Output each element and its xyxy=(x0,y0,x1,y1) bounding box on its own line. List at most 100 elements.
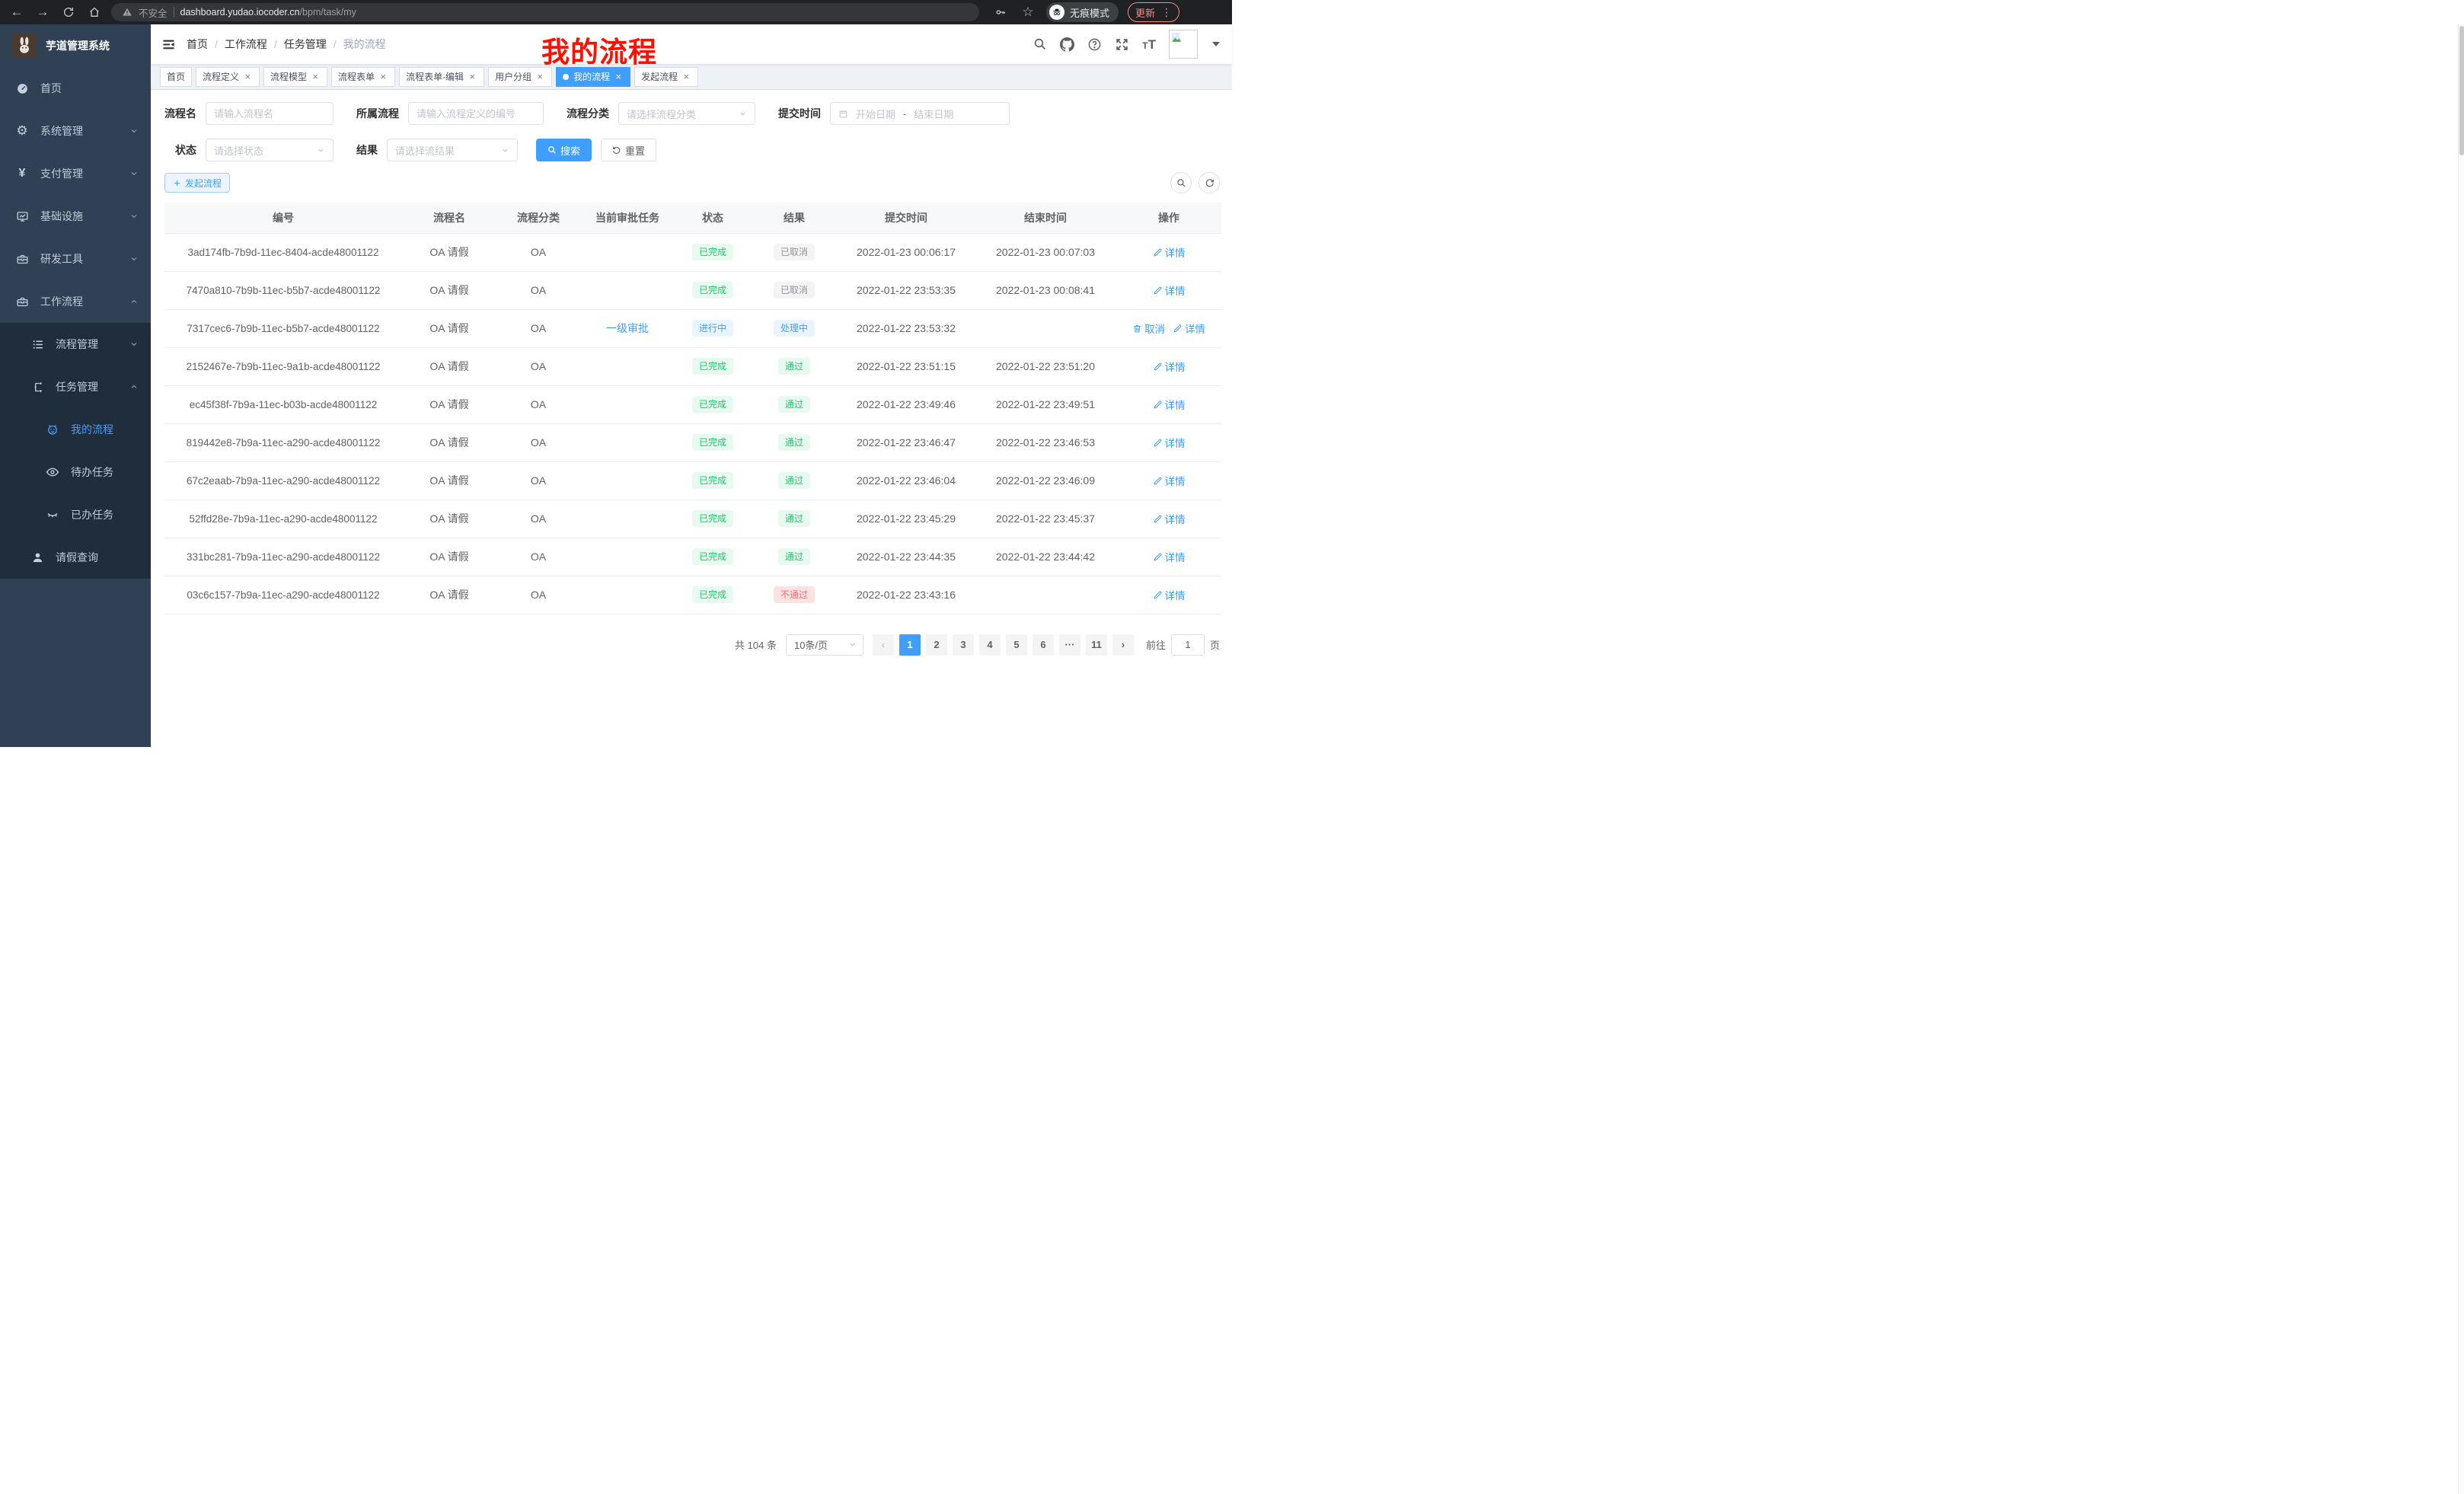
avatar[interactable] xyxy=(1169,30,1198,59)
reset-button[interactable]: 重置 xyxy=(601,139,656,161)
danger-badge: 不通过 xyxy=(774,586,815,603)
sidebar-item-system[interactable]: ⚙ 系统管理 xyxy=(0,110,151,152)
sidebar-item-devtools[interactable]: 研发工具 xyxy=(0,238,151,280)
tab-流程模型[interactable]: 流程模型× xyxy=(263,67,327,87)
browser-menu-icon[interactable]: ⋮ xyxy=(1161,6,1172,19)
scrollbar-thumb[interactable] xyxy=(2459,26,2464,155)
submit-time-range-picker[interactable]: 开始日期 - 结束日期 xyxy=(830,102,1010,125)
help-icon[interactable] xyxy=(1087,37,1102,52)
process-table-body: 3ad174fb-7b9d-11ec-8404-acde48001122OA 请… xyxy=(164,233,1221,614)
task-link[interactable]: 一级审批 xyxy=(606,321,649,336)
breadcrumb-home[interactable]: 首页 xyxy=(187,37,208,52)
back-icon[interactable]: ← xyxy=(8,3,26,21)
detail-link[interactable]: 详情 xyxy=(1153,283,1186,298)
prev-page-button[interactable]: ‹ xyxy=(873,634,894,656)
reload-icon[interactable] xyxy=(59,3,78,21)
tab-close-icon[interactable]: × xyxy=(242,72,253,82)
sidebar-item-workflow[interactable]: 工作流程 xyxy=(0,280,151,323)
cell-actions: 详情 xyxy=(1116,461,1221,500)
sidebar-item-done-tasks[interactable]: 已办任务 xyxy=(0,493,151,536)
sidebar-item-process-mgmt[interactable]: 流程管理 xyxy=(0,323,151,366)
detail-link[interactable]: 详情 xyxy=(1153,587,1186,602)
tab-close-icon[interactable]: × xyxy=(378,72,388,82)
category-select[interactable]: 请选择流程分类 xyxy=(618,102,755,125)
search-icon[interactable] xyxy=(1033,37,1047,51)
sidebar-item-label: 首页 xyxy=(40,81,62,96)
detail-link[interactable]: 详情 xyxy=(1153,511,1186,526)
address-bar[interactable]: 不安全 dashboard.yudao.iocoder.cn/bpm/task/… xyxy=(111,3,979,21)
update-button[interactable]: 更新 ⋮ xyxy=(1128,2,1179,22)
sidebar-item-pay[interactable]: ¥ 支付管理 xyxy=(0,152,151,195)
page-button-2[interactable]: 2 xyxy=(926,634,947,656)
tab-流程定义[interactable]: 流程定义× xyxy=(196,67,260,87)
detail-link[interactable]: 详情 xyxy=(1153,244,1186,260)
chevron-down-icon xyxy=(129,212,139,221)
tab-流程表单-编辑[interactable]: 流程表单-编辑× xyxy=(399,67,484,87)
page-button-6[interactable]: 6 xyxy=(1033,634,1054,656)
next-page-button[interactable]: › xyxy=(1112,634,1134,656)
fullscreen-icon[interactable] xyxy=(1115,37,1129,52)
create-process-button[interactable]: 发起流程 xyxy=(164,173,230,193)
tab-close-icon[interactable]: × xyxy=(310,72,321,82)
refresh-table-button[interactable] xyxy=(1198,172,1220,193)
sidebar-item-todo-tasks[interactable]: 待办任务 xyxy=(0,451,151,493)
goto-page-input[interactable] xyxy=(1171,634,1205,656)
url-text[interactable]: dashboard.yudao.iocoder.cn/bpm/task/my xyxy=(180,7,356,18)
cell-submit-time: 2022-01-22 23:53:35 xyxy=(838,271,975,309)
key-icon[interactable] xyxy=(991,3,1010,21)
show-search-button[interactable] xyxy=(1170,172,1192,193)
refresh-icon xyxy=(612,145,621,155)
sidebar-item-my-process[interactable]: 我的流程 xyxy=(0,408,151,451)
logo-row[interactable]: 芋道管理系统 xyxy=(0,24,151,67)
process-table: 编号流程名流程分类当前审批任务状态结果提交时间结束时间操作 3ad174fb-7… xyxy=(164,203,1221,615)
page-size-select[interactable]: 10条/页 xyxy=(786,634,863,656)
tab-label: 流程表单 xyxy=(338,70,375,83)
status-select[interactable]: 请选择状态 xyxy=(206,139,334,161)
tab-label: 我的流程 xyxy=(573,70,610,83)
avatar-caret-icon[interactable] xyxy=(1212,42,1220,46)
process-definition-input[interactable] xyxy=(408,102,544,125)
navbar: 首页 / 工作流程 / 任务管理 / 我的流程 TT xyxy=(151,24,1232,64)
tab-close-icon[interactable]: × xyxy=(613,72,624,82)
tab-close-icon[interactable]: × xyxy=(535,72,545,82)
result-select[interactable]: 请选择流结果 xyxy=(387,139,518,161)
bookmark-star-icon[interactable]: ☆ xyxy=(1019,3,1037,21)
detail-link[interactable]: 详情 xyxy=(1153,473,1186,488)
detail-link[interactable]: 详情 xyxy=(1153,359,1186,374)
detail-link[interactable]: 详情 xyxy=(1153,435,1186,450)
page-button-4[interactable]: 4 xyxy=(979,634,1001,656)
detail-link[interactable]: 详情 xyxy=(1173,321,1205,336)
font-size-icon[interactable]: TT xyxy=(1142,38,1156,51)
sidebar-item-task-mgmt[interactable]: 任务管理 xyxy=(0,366,151,408)
search-button[interactable]: 搜索 xyxy=(536,139,592,161)
tab-流程表单[interactable]: 流程表单× xyxy=(331,67,395,87)
github-icon[interactable] xyxy=(1060,37,1074,52)
sidebar-item-leave-query[interactable]: 请假查询 xyxy=(0,536,151,579)
warning-icon[interactable] xyxy=(122,7,132,18)
sidebar-item-home[interactable]: 首页 xyxy=(0,67,151,110)
detail-link[interactable]: 详情 xyxy=(1153,397,1186,412)
url-host: dashboard.yudao.iocoder.cn xyxy=(180,7,300,18)
breadcrumb-workflow[interactable]: 工作流程 xyxy=(225,37,267,52)
detail-link[interactable]: 详情 xyxy=(1153,549,1186,564)
forward-icon[interactable]: → xyxy=(34,3,52,21)
tab-close-icon[interactable]: × xyxy=(681,72,691,82)
scrollbar[interactable] xyxy=(2458,24,2464,1494)
tab-close-icon[interactable]: × xyxy=(467,72,477,82)
cell-submit-time: 2022-01-22 23:46:47 xyxy=(838,423,975,461)
cell-category: OA xyxy=(496,271,580,309)
cancel-link[interactable]: 取消 xyxy=(1132,321,1165,336)
home-icon[interactable] xyxy=(85,3,104,21)
sidebar-item-infra[interactable]: 基础设施 xyxy=(0,195,151,238)
page-button-5[interactable]: 5 xyxy=(1006,634,1027,656)
page-button-11[interactable]: 11 xyxy=(1086,634,1107,656)
security-label[interactable]: 不安全 xyxy=(139,5,168,20)
process-name-input[interactable] xyxy=(206,102,334,125)
table-row: 2152467e-7b9b-11ec-9a1b-acde48001122OA 请… xyxy=(164,347,1221,385)
sidebar-toggle-icon[interactable] xyxy=(161,37,176,52)
page-button-3[interactable]: 3 xyxy=(953,634,974,656)
page-button-1[interactable]: 1 xyxy=(899,634,921,656)
page-more-button[interactable]: ··· xyxy=(1059,634,1080,656)
tab-首页[interactable]: 首页 xyxy=(160,67,192,87)
breadcrumb-task-mgmt[interactable]: 任务管理 xyxy=(284,37,327,52)
